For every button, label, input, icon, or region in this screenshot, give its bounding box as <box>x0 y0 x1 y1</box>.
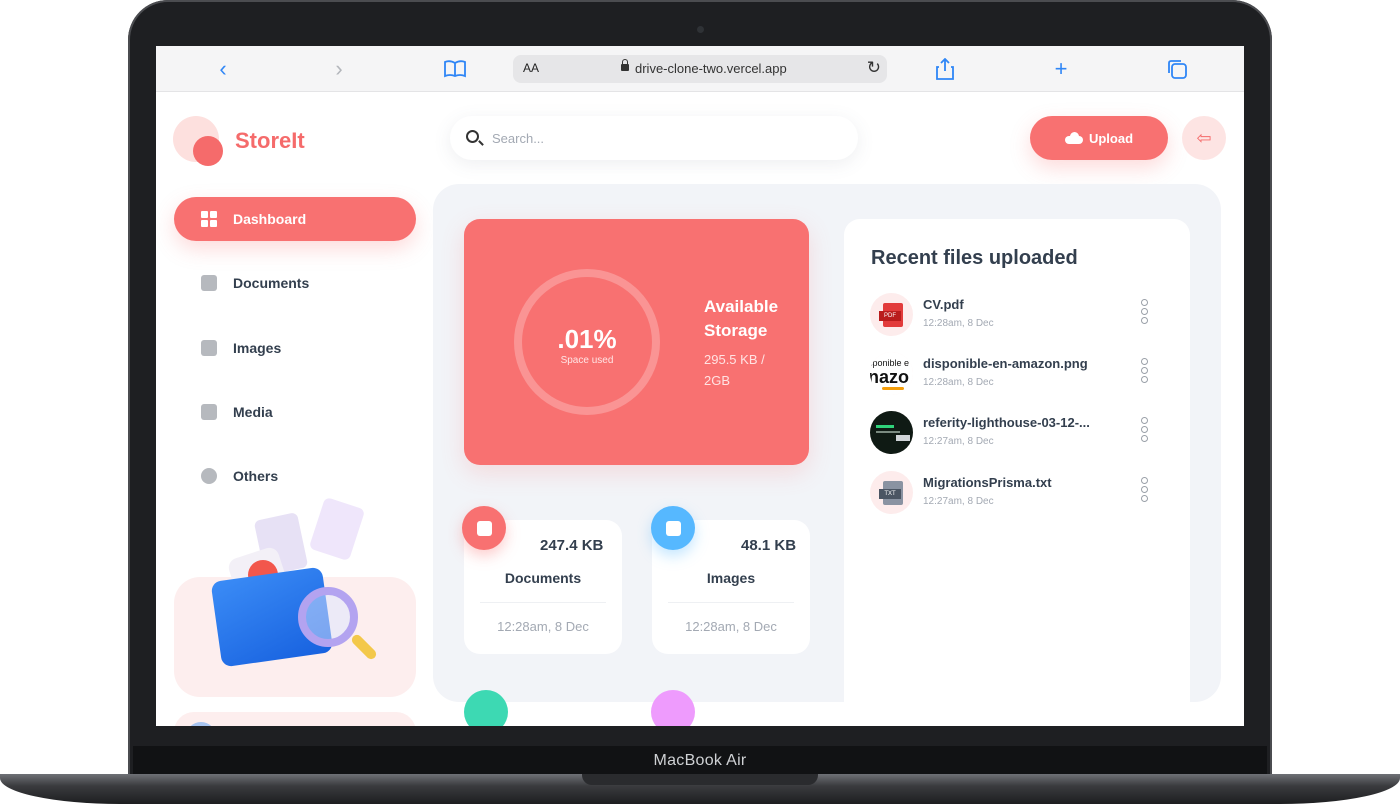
book-icon[interactable] <box>442 56 468 82</box>
sidebar-item-media[interactable]: Media <box>174 390 416 434</box>
sidebar-item-label: Others <box>233 468 279 484</box>
search-input[interactable] <box>492 128 842 148</box>
storage-value: 295.5 KB / 2GB <box>704 352 765 388</box>
user-card[interactable] <box>174 712 416 726</box>
upload-label: Upload <box>1088 130 1134 146</box>
video-icon <box>464 690 508 726</box>
more-options-icon[interactable] <box>1141 358 1149 384</box>
storage-used-percent: .01% <box>557 324 617 354</box>
document-icon <box>462 506 506 550</box>
storage-title: Available Storage <box>704 297 779 340</box>
search-bar[interactable] <box>450 116 858 160</box>
magnifier-illustration <box>298 587 358 647</box>
recent-files-title: Recent files uploaded <box>871 247 1078 269</box>
plus-icon[interactable]: + <box>1048 56 1074 82</box>
more-options-icon[interactable] <box>1141 417 1149 443</box>
screen: ‹ › AA drive-clone-two.vercel.app ↻ + St… <box>156 46 1244 726</box>
file-thumbnail: PDF <box>870 293 913 336</box>
lock-icon <box>621 59 629 73</box>
file-thumbnail <box>870 411 913 454</box>
pie-chart-icon <box>201 468 217 484</box>
file-type-tag: PDF <box>879 311 901 321</box>
file-thumbnail: TXT <box>870 471 913 514</box>
terminal-image <box>870 411 913 454</box>
sidebar-item-dashboard[interactable]: Dashboard <box>174 197 416 241</box>
category-date: 12:28am, 8 Dec <box>497 619 589 634</box>
logo-circle <box>193 136 223 166</box>
file-name: CV.pdf <box>923 297 964 312</box>
category-name: Images <box>706 570 756 586</box>
list-item[interactable]: PDF CV.pdf 12:28am, 8 Dec <box>870 293 1170 337</box>
illustration-image-doc <box>308 496 366 562</box>
divider <box>480 602 606 603</box>
amazon-image: sponible e nazo <box>870 352 913 395</box>
more-options-icon[interactable] <box>1141 477 1149 503</box>
address-bar[interactable]: AA drive-clone-two.vercel.app ↻ <box>513 55 887 83</box>
sidebar-item-documents[interactable]: Documents <box>174 261 416 305</box>
file-type-tag: TXT <box>879 489 901 499</box>
app-logo[interactable] <box>173 116 227 166</box>
image-icon <box>651 506 695 550</box>
file-date: 12:28am, 8 Dec <box>923 377 994 388</box>
document-icon <box>201 275 217 291</box>
laptop-notch <box>582 774 818 785</box>
logout-icon: ⇦ <box>1196 127 1212 148</box>
category-size: 247.4 KB <box>540 537 604 554</box>
tabs-icon[interactable] <box>1164 56 1190 82</box>
file-name: MigrationsPrisma.txt <box>923 475 1052 490</box>
file-date: 12:27am, 8 Dec <box>923 496 994 507</box>
more-options-icon[interactable] <box>1141 299 1149 325</box>
file-thumbnail: sponible e nazo <box>870 352 913 395</box>
device-label: MacBook Air <box>653 752 747 769</box>
file-name: referity-lighthouse-03-12-... <box>923 415 1090 430</box>
chevron-left-icon[interactable]: ‹ <box>210 56 236 82</box>
search-icon <box>466 130 479 143</box>
chevron-right-icon[interactable]: › <box>326 56 352 82</box>
upload-button[interactable]: Upload <box>1030 116 1168 160</box>
category-name: Documents <box>504 570 582 586</box>
sidebar-item-label: Documents <box>233 275 310 291</box>
list-item[interactable]: TXT MigrationsPrisma.txt 12:27am, 8 Dec <box>870 471 1170 515</box>
logout-button[interactable]: ⇦ <box>1182 116 1226 160</box>
laptop-mockup: ‹ › AA drive-clone-two.vercel.app ↻ + St… <box>0 0 1400 804</box>
file-date: 12:28am, 8 Dec <box>923 318 994 329</box>
url-text: drive-clone-two.vercel.app <box>635 61 787 76</box>
share-icon[interactable] <box>932 56 958 82</box>
browser-toolbar: ‹ › AA drive-clone-two.vercel.app ↻ + <box>156 46 1244 92</box>
amazon-arrow-icon <box>882 387 904 390</box>
sidebar-item-others[interactable]: Others <box>174 454 416 498</box>
reload-icon[interactable]: ↻ <box>867 58 881 78</box>
storage-used-caption: Space used <box>560 355 614 366</box>
category-size: 48.1 KB <box>741 537 797 554</box>
divider <box>668 602 794 603</box>
category-date: 12:28am, 8 Dec <box>685 619 777 634</box>
list-item[interactable]: referity-lighthouse-03-12-... 12:27am, 8… <box>870 411 1170 455</box>
file-name: disponible-en-amazon.png <box>923 356 1088 371</box>
sidebar-item-label: Images <box>233 340 282 356</box>
sidebar-item-label: Media <box>233 404 273 420</box>
file-date: 12:27am, 8 Dec <box>923 436 994 447</box>
cloud-upload-icon <box>1064 132 1083 144</box>
list-item[interactable]: sponible e nazo disponible-en-amazon.png… <box>870 352 1170 396</box>
video-icon <box>201 404 217 420</box>
sidebar-item-label: Dashboard <box>233 211 307 227</box>
image-icon <box>201 340 217 356</box>
app-name: StoreIt <box>235 128 305 153</box>
dashboard-icon <box>201 211 217 227</box>
camera <box>697 26 704 33</box>
pie-chart-icon <box>651 690 695 726</box>
text-size-button[interactable]: AA <box>523 61 539 75</box>
sidebar-item-images[interactable]: Images <box>174 326 416 370</box>
